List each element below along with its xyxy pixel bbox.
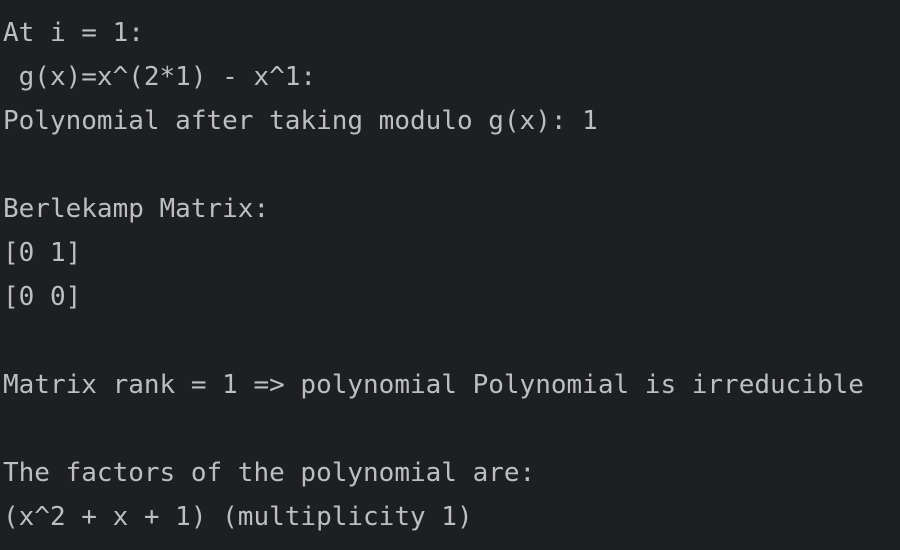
console-output: At i = 1: g(x)=x^(2*1) - x^1: Polynomial… [0,0,900,550]
console-line-matrix-heading: Berlekamp Matrix: [3,194,270,224]
console-line-matrix-row-1: [0 1] [3,238,82,268]
console-line-factors-heading: The factors of the polynomial are: [3,458,536,488]
console-line-matrix-rank: Matrix rank = 1 => polynomial Polynomial… [3,370,864,400]
console-line-iteration: At i = 1: [3,18,144,48]
console-line-modulo-result: Polynomial after taking modulo g(x): 1 [3,106,598,136]
console-line-matrix-row-2: [0 0] [3,282,82,312]
console-line-factors: (x^2 + x + 1) (multiplicity 1) [3,502,473,532]
console-line-g-of-x: g(x)=x^(2*1) - x^1: [3,62,317,92]
